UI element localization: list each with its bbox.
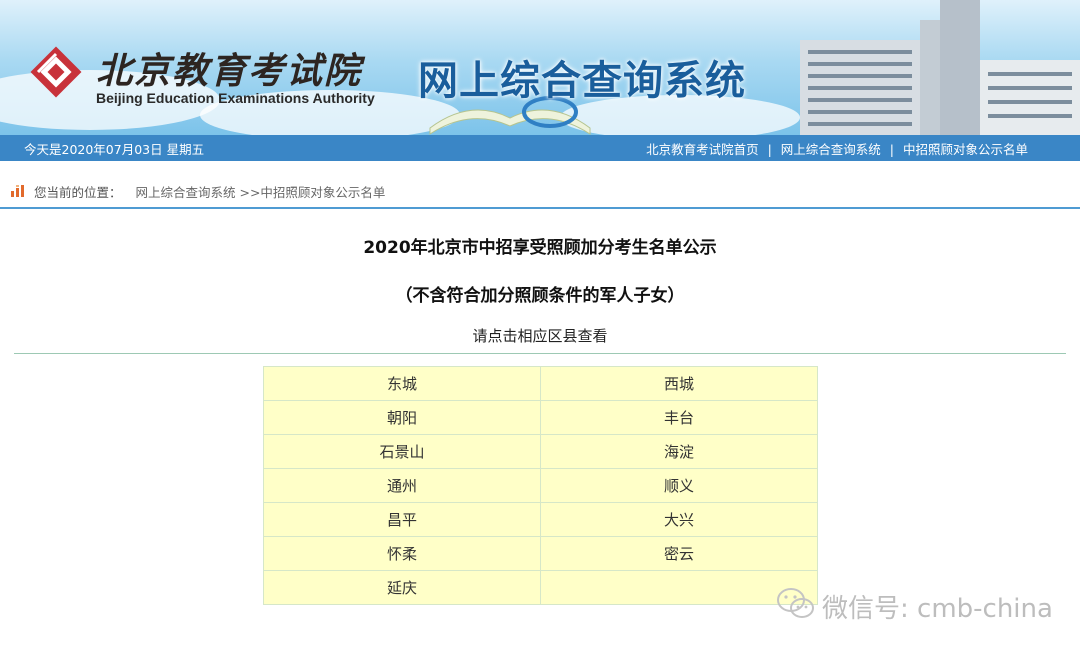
district-table: 东城 西城 朝阳 丰台 石景山 海淀 通州 顺义 昌平 大兴 怀柔 密云 延庆 <box>263 366 818 605</box>
divider <box>14 353 1066 354</box>
breadcrumb: 您当前的位置： 网上综合查询系统 >>中招照顾对象公示名单 <box>0 161 1080 209</box>
page-title: 2020年北京市中招享受照顾加分考生名单公示 <box>363 238 717 258</box>
breadcrumb-prefix: 您当前的位置： <box>34 185 122 200</box>
table-row: 通州 顺义 <box>263 468 818 503</box>
district-cell[interactable]: 海淀 <box>540 434 818 469</box>
table-row: 东城 西城 <box>263 366 818 401</box>
table-row: 朝阳 丰台 <box>263 400 818 435</box>
current-date: 今天是2020年07月03日 星期五 <box>24 142 205 157</box>
district-cell[interactable]: 通州 <box>263 468 541 503</box>
link-publicity-list[interactable]: 中招照顾对象公示名单 <box>903 142 1028 157</box>
district-cell[interactable]: 东城 <box>263 366 541 401</box>
district-cell[interactable]: 西城 <box>540 366 818 401</box>
nav-separator: | <box>767 142 772 157</box>
watermark-text: 微信号: cmb-china <box>822 594 1053 624</box>
link-home[interactable]: 北京教育考试院首页 <box>646 142 759 157</box>
district-cell[interactable]: 石景山 <box>263 434 541 469</box>
table-row: 怀柔 密云 <box>263 536 818 571</box>
district-cell[interactable]: 朝阳 <box>263 400 541 435</box>
district-cell[interactable]: 密云 <box>540 536 818 571</box>
system-title: 网上综合查询系统 <box>418 58 746 104</box>
district-cell[interactable]: 怀柔 <box>263 536 541 571</box>
building-illustration <box>800 0 1080 135</box>
watermark: 微信号: cmb-china <box>776 586 1056 624</box>
wechat-icon <box>777 588 814 618</box>
district-cell[interactable]: 顺义 <box>540 468 818 503</box>
district-cell[interactable]: 延庆 <box>263 570 541 605</box>
page-subtitle: （不含符合加分照顾条件的军人子女） <box>395 286 685 306</box>
instruction-text: 请点击相应区县查看 <box>472 327 608 345</box>
link-query-system[interactable]: 网上综合查询系统 <box>781 142 881 157</box>
table-row: 石景山 海淀 <box>263 434 818 469</box>
logo-chinese-name: 北京教育考试院 <box>96 50 363 92</box>
bjeea-logo-icon[interactable] <box>28 44 84 100</box>
district-cell[interactable]: 大兴 <box>540 502 818 537</box>
nav-separator: | <box>889 142 894 157</box>
district-cell[interactable]: 昌平 <box>263 502 541 537</box>
breadcrumb-bullet-icon <box>11 185 24 197</box>
table-row: 延庆 <box>263 570 818 605</box>
top-nav-bar: 今天是2020年07月03日 星期五 北京教育考试院首页 | 网上综合查询系统 … <box>0 135 1080 161</box>
table-row: 昌平 大兴 <box>263 502 818 537</box>
header-banner: 北京教育考试院 Beijing Education Examinations A… <box>0 0 1080 135</box>
logo-english-name: Beijing Education Examinations Authority <box>96 90 375 106</box>
district-cell[interactable]: 丰台 <box>540 400 818 435</box>
breadcrumb-path[interactable]: 网上综合查询系统 >>中招照顾对象公示名单 <box>136 185 386 200</box>
